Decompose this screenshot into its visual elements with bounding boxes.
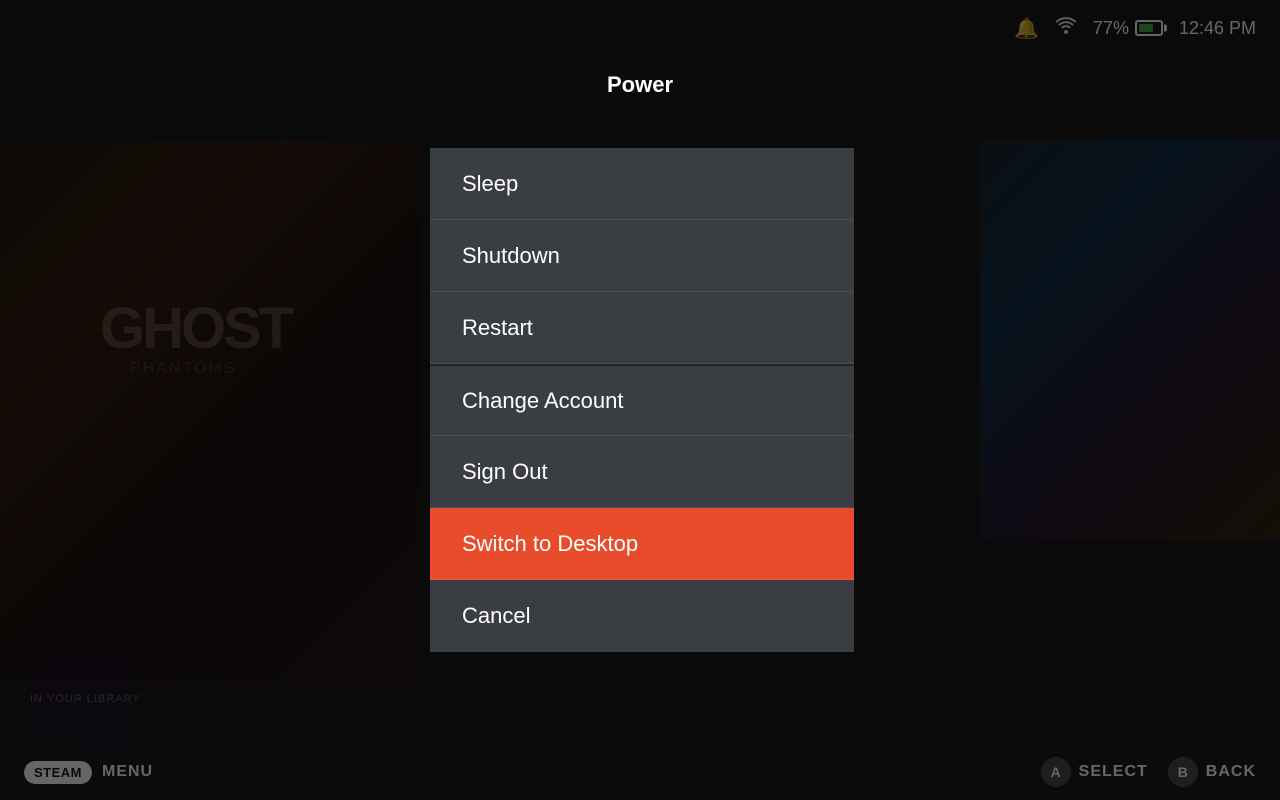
menu-item-cancel[interactable]: Cancel xyxy=(430,580,854,652)
menu-item-sleep[interactable]: Sleep xyxy=(430,148,854,220)
menu-item-restart[interactable]: Restart xyxy=(430,292,854,364)
menu-item-shutdown[interactable]: Shutdown xyxy=(430,220,854,292)
power-menu-title: Power xyxy=(0,72,1280,98)
menu-item-sign-out[interactable]: Sign Out xyxy=(430,436,854,508)
menu-item-switch-to-desktop[interactable]: Switch to Desktop xyxy=(430,508,854,580)
power-menu: Sleep Shutdown Restart Change Account Si… xyxy=(430,148,854,652)
menu-item-change-account[interactable]: Change Account xyxy=(430,364,854,436)
